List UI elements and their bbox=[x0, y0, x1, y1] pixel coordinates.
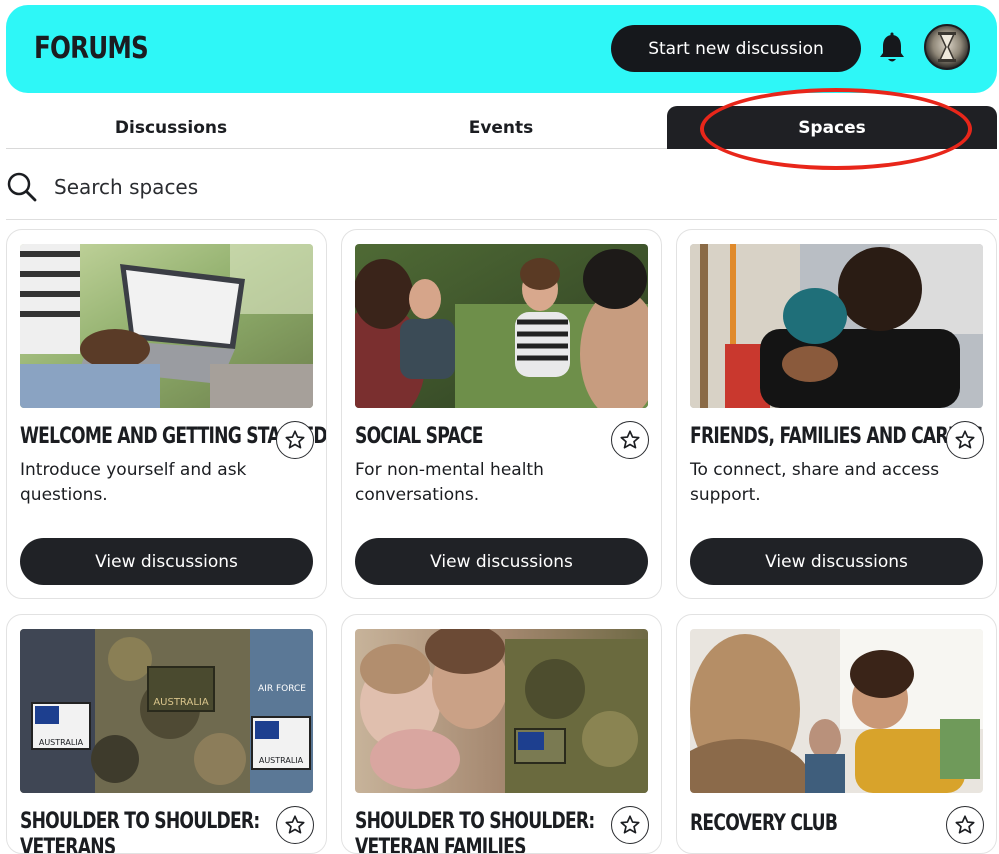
space-description: To connect, share and access support. bbox=[690, 460, 940, 505]
space-card-veterans: AUSTRALIA AUSTRALIA AUSTRALIA AIR FORCE … bbox=[6, 614, 327, 854]
star-icon[interactable] bbox=[946, 421, 984, 459]
avatar[interactable] bbox=[924, 24, 970, 70]
space-image-veteran-families bbox=[355, 629, 648, 793]
space-card-welcome: WELCOME AND GETTING STARTED Introduce yo… bbox=[6, 229, 327, 599]
star-icon[interactable] bbox=[276, 806, 314, 844]
tab-spaces[interactable]: Spaces bbox=[667, 106, 997, 149]
tab-events[interactable]: Events bbox=[336, 106, 666, 149]
space-image-welcome bbox=[20, 244, 313, 408]
space-title: FRIENDS, FAMILIES AND CARERS bbox=[690, 424, 984, 449]
patch-text: AUSTRALIA bbox=[153, 697, 209, 708]
forum-tabs: Discussions Events Spaces bbox=[6, 106, 997, 149]
space-card-friends-families: FRIENDS, FAMILIES AND CARERS To connect,… bbox=[676, 229, 997, 599]
space-title: RECOVERY CLUB bbox=[690, 811, 838, 836]
space-title: WELCOME AND GETTING STARTED bbox=[20, 424, 327, 449]
page-title: FORUMS bbox=[34, 31, 149, 66]
search-input[interactable] bbox=[52, 169, 652, 205]
search-bar bbox=[6, 160, 997, 220]
bell-icon[interactable] bbox=[877, 32, 907, 66]
space-card-veteran-families: SHOULDER TO SHOULDER: VETERAN FAMILIES bbox=[341, 614, 662, 854]
tab-discussions[interactable]: Discussions bbox=[6, 106, 336, 149]
start-new-discussion-button[interactable]: Start new discussion bbox=[611, 25, 861, 72]
space-description: For non-mental health conversations. bbox=[355, 460, 544, 505]
space-description: Introduce yourself and ask questions. bbox=[20, 460, 247, 505]
space-image-recovery-club bbox=[690, 629, 983, 793]
space-image-veterans: AUSTRALIA AUSTRALIA AUSTRALIA AIR FORCE bbox=[20, 629, 313, 793]
star-icon[interactable] bbox=[611, 421, 649, 459]
space-card-recovery-club: RECOVERY CLUB bbox=[676, 614, 997, 854]
space-title: SHOULDER TO SHOULDER: VETERAN FAMILIES bbox=[355, 809, 595, 854]
view-discussions-button[interactable]: View discussions bbox=[355, 538, 648, 585]
space-title: SOCIAL SPACE bbox=[355, 424, 483, 449]
star-icon[interactable] bbox=[276, 421, 314, 459]
view-discussions-button[interactable]: View discussions bbox=[20, 538, 313, 585]
space-image-friends-families bbox=[690, 244, 983, 408]
star-icon[interactable] bbox=[611, 806, 649, 844]
patch-text: AUSTRALIA bbox=[39, 738, 84, 747]
patch-text: AUSTRALIA bbox=[259, 756, 304, 765]
view-discussions-button[interactable]: View discussions bbox=[690, 538, 983, 585]
forums-header: FORUMS Start new discussion bbox=[6, 5, 997, 93]
star-icon[interactable] bbox=[946, 806, 984, 844]
space-title: SHOULDER TO SHOULDER: VETERANS bbox=[20, 809, 260, 854]
search-icon[interactable] bbox=[6, 171, 38, 203]
space-image-social bbox=[355, 244, 648, 408]
patch-text: AIR FORCE bbox=[258, 684, 306, 694]
space-card-social: SOCIAL SPACE For non-mental health conve… bbox=[341, 229, 662, 599]
